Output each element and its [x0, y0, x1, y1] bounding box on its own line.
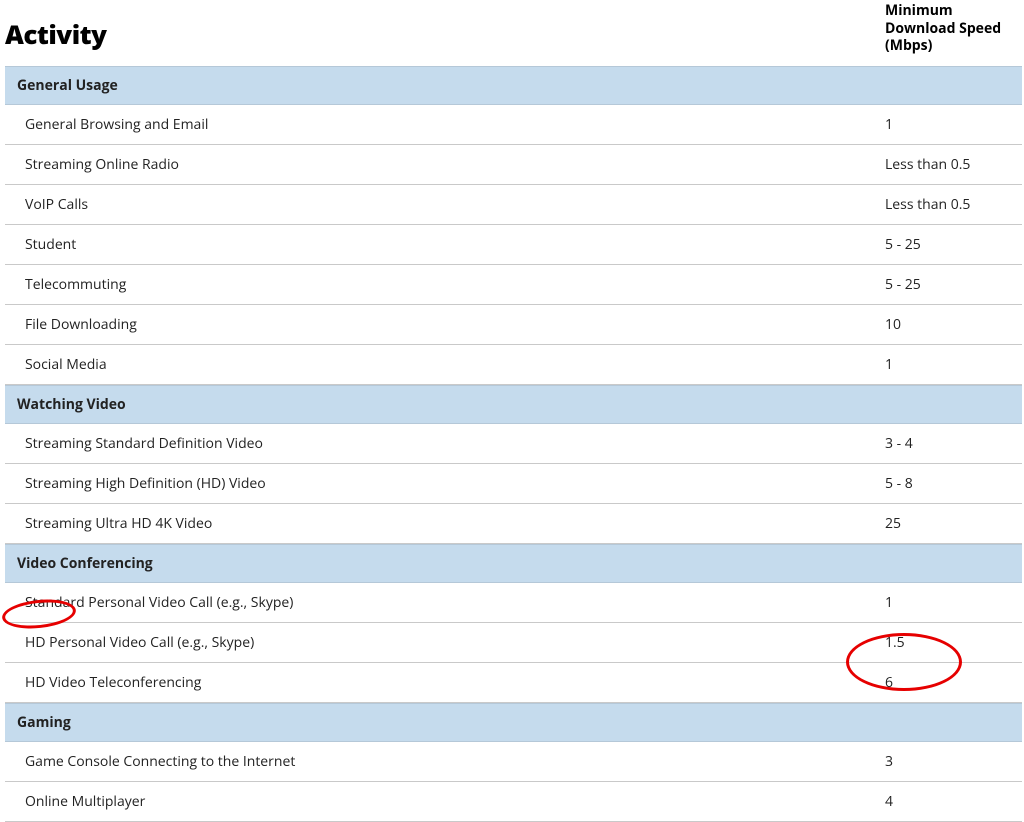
table-row: VoIP Calls Less than 0.5 — [5, 185, 1022, 225]
speed-cell: 3 - 4 — [885, 424, 1022, 463]
activity-cell: HD Personal Video Call (e.g., Skype) — [5, 623, 885, 662]
table-row: Game Console Connecting to the Internet … — [5, 742, 1022, 782]
table-row: Telecommuting 5 - 25 — [5, 265, 1022, 305]
speed-cell: 5 - 25 — [885, 225, 1022, 264]
speed-cell: 25 — [885, 504, 1022, 543]
category-watching-video: Watching Video — [5, 385, 1022, 424]
activity-cell: Student — [5, 225, 885, 264]
speed-cell: 10 — [885, 305, 1022, 344]
speed-cell: 1 — [885, 583, 1022, 622]
activity-cell: File Downloading — [5, 305, 885, 344]
speed-cell: 1 — [885, 345, 1022, 384]
speed-cell: 5 - 25 — [885, 265, 1022, 304]
table-row: Online Multiplayer 4 — [5, 782, 1022, 822]
activity-cell: Streaming High Definition (HD) Video — [5, 464, 885, 503]
table-row: Standard Personal Video Call (e.g., Skyp… — [5, 583, 1022, 623]
table-row: Social Media 1 — [5, 345, 1022, 385]
table-row: Streaming Standard Definition Video 3 - … — [5, 424, 1022, 464]
speed-table: Activity Minimum Download Speed (Mbps) G… — [5, 0, 1022, 822]
category-gaming: Gaming — [5, 703, 1022, 742]
activity-cell: Streaming Online Radio — [5, 145, 885, 184]
table-row: HD Personal Video Call (e.g., Skype) 1.5 — [5, 623, 1022, 663]
category-general-usage: General Usage — [5, 66, 1022, 105]
table-header-row: Activity Minimum Download Speed (Mbps) — [5, 0, 1022, 66]
table-row: Streaming Ultra HD 4K Video 25 — [5, 504, 1022, 544]
table-row: Student 5 - 25 — [5, 225, 1022, 265]
speed-cell: Less than 0.5 — [885, 145, 1022, 184]
speed-cell: 6 — [885, 663, 1022, 702]
table-row: General Browsing and Email 1 — [5, 105, 1022, 145]
activity-cell: General Browsing and Email — [5, 105, 885, 144]
activity-cell: Game Console Connecting to the Internet — [5, 742, 885, 781]
speed-cell: 5 - 8 — [885, 464, 1022, 503]
table-row: Streaming Online Radio Less than 0.5 — [5, 145, 1022, 185]
activity-cell: Standard Personal Video Call (e.g., Skyp… — [5, 583, 885, 622]
activity-cell: HD Video Teleconferencing — [5, 663, 885, 702]
speed-cell: 1 — [885, 105, 1022, 144]
category-video-conferencing: Video Conferencing — [5, 544, 1022, 583]
table-row: Streaming High Definition (HD) Video 5 -… — [5, 464, 1022, 504]
header-activity: Activity — [5, 0, 885, 66]
activity-cell: Streaming Standard Definition Video — [5, 424, 885, 463]
speed-cell: 1.5 — [885, 623, 1022, 662]
speed-cell: 4 — [885, 782, 1022, 821]
table-row: HD Video Teleconferencing 6 — [5, 663, 1022, 703]
activity-cell: Streaming Ultra HD 4K Video — [5, 504, 885, 543]
activity-cell: Online Multiplayer — [5, 782, 885, 821]
table-row: File Downloading 10 — [5, 305, 1022, 345]
activity-cell: Telecommuting — [5, 265, 885, 304]
header-speed: Minimum Download Speed (Mbps) — [885, 0, 1022, 55]
activity-cell: Social Media — [5, 345, 885, 384]
speed-cell: Less than 0.5 — [885, 185, 1022, 224]
activity-cell: VoIP Calls — [5, 185, 885, 224]
speed-cell: 3 — [885, 742, 1022, 781]
